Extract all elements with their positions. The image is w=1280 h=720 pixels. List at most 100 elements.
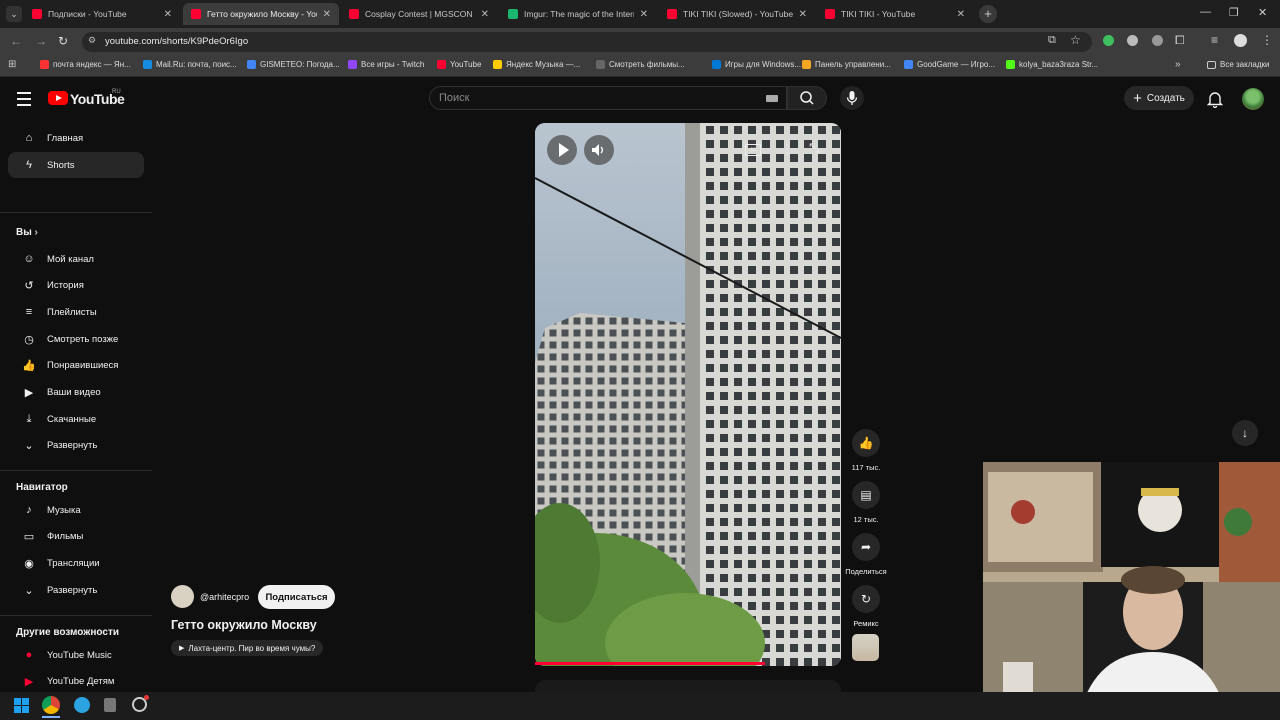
sidebar-item[interactable]: ◷ Смотреть позже xyxy=(8,326,144,352)
captions-icon[interactable]: cc xyxy=(745,144,761,156)
sidebar-item[interactable]: ◉ Трансляции xyxy=(8,550,144,576)
sidebar-item[interactable]: ▭ Фильмы xyxy=(8,524,144,550)
bookmark-item[interactable]: Все игры - Twitch xyxy=(348,60,424,69)
close-window-icon[interactable]: ✕ xyxy=(1258,6,1267,19)
sidebar-item[interactable]: ⌄ Развернуть xyxy=(8,577,144,603)
extension-icon[interactable] xyxy=(1103,35,1114,46)
share-button[interactable]: ➦ xyxy=(852,533,880,561)
like-icon: 👍 xyxy=(22,360,36,373)
channel-avatar[interactable] xyxy=(171,585,194,608)
create-button[interactable]: + Создать xyxy=(1124,86,1194,110)
video-progress-bar[interactable] xyxy=(535,662,765,665)
bookmark-item[interactable]: Игры для Windows... xyxy=(712,60,801,69)
channel-name[interactable]: @arhitecpro xyxy=(200,592,249,602)
sound-thumbnail[interactable] xyxy=(852,634,879,661)
bookmark-label: kolya_baza3raza Str... xyxy=(1019,60,1099,69)
sidebar-item[interactable]: ● YouTube Music xyxy=(8,642,144,668)
install-app-icon[interactable]: ⧉ xyxy=(1048,34,1056,47)
browser-tab[interactable]: Гетто окружило Москву - YouTube ✕ xyxy=(183,3,339,25)
search-button[interactable] xyxy=(787,86,827,110)
bookmark-item[interactable]: почта яндекс — Ян... xyxy=(40,60,131,69)
sidebar-item[interactable]: ⌄ Развернуть xyxy=(8,433,144,459)
bookmark-item[interactable]: kolya_baza3raza Str... xyxy=(1006,60,1098,69)
windows-taskbar xyxy=(0,692,1280,720)
sidebar-item[interactable]: 👍 Понравившиеся xyxy=(8,353,144,379)
keyboard-icon[interactable] xyxy=(766,95,778,102)
bookmark-item[interactable]: Панель управлени... xyxy=(802,60,891,69)
sidebar-item[interactable]: ⤓ Скачанные xyxy=(8,406,144,432)
comments-button[interactable]: ▤ xyxy=(852,481,880,509)
voice-search-button[interactable] xyxy=(840,86,864,110)
browser-tab[interactable]: TIKI TIKI (Slowed) - YouTube ✕ xyxy=(659,3,815,25)
sidebar-item-label: Плейлисты xyxy=(47,306,97,318)
history-icon: ↺ xyxy=(24,280,34,293)
short-video-player[interactable] xyxy=(535,123,841,666)
sidebar-item[interactable]: ϟ Shorts xyxy=(8,152,144,178)
menu-icon[interactable] xyxy=(17,92,31,110)
fullscreen-icon[interactable]: ⤡ xyxy=(809,140,819,156)
reload-icon[interactable]: ↻ xyxy=(58,34,68,48)
tab-search-button[interactable]: ⌄ xyxy=(6,6,22,22)
telegram-taskbar-icon[interactable] xyxy=(74,697,90,713)
bookmark-item[interactable]: Mail.Ru: почта, поис... xyxy=(143,60,237,69)
sidebar-item[interactable]: ▶ Ваши видео xyxy=(8,380,144,406)
browser-tab[interactable]: Cosplay Contest | MGSCON 2024 ✕ xyxy=(341,3,497,25)
app-taskbar-icon[interactable] xyxy=(104,698,116,712)
close-tab-icon[interactable]: ✕ xyxy=(957,9,965,20)
restore-icon[interactable]: ❐ xyxy=(1229,6,1239,19)
close-tab-icon[interactable]: ✕ xyxy=(799,9,807,20)
browser-menu-icon[interactable]: ⋮ xyxy=(1261,33,1273,47)
search-icon xyxy=(800,91,814,105)
bookmark-item[interactable]: YouTube xyxy=(437,60,481,69)
more-options-icon[interactable]: ⋮ xyxy=(781,141,794,157)
close-tab-icon[interactable]: ✕ xyxy=(640,9,648,20)
close-tab-icon[interactable]: ✕ xyxy=(164,9,172,20)
profile-icon[interactable] xyxy=(1234,34,1247,47)
close-tab-icon[interactable]: ✕ xyxy=(481,9,489,20)
sidebar-item[interactable]: ⌂ Главная xyxy=(8,125,144,151)
browser-tab[interactable]: Imgur: The magic of the Internet ✕ xyxy=(500,3,656,25)
remix-button[interactable]: ↻ xyxy=(852,585,880,613)
bookmark-item[interactable]: GISMETEO: Погода... xyxy=(247,60,340,69)
forward-icon[interactable]: → xyxy=(35,34,47,48)
extensions-puzzle-icon[interactable]: ⧠ xyxy=(1175,33,1185,48)
minimize-icon[interactable]: — xyxy=(1200,6,1211,18)
sidebar-section-heading[interactable]: Вы › xyxy=(16,227,38,238)
browser-tab[interactable]: Подписки - YouTube ✕ xyxy=(24,3,180,25)
youtube-logo-icon[interactable] xyxy=(48,91,68,105)
extension-icon[interactable] xyxy=(1127,35,1138,46)
bookmark-star-icon[interactable]: ☆ xyxy=(1070,33,1081,47)
new-tab-button[interactable]: + xyxy=(979,5,997,23)
url-text[interactable]: youtube.com/shorts/K9PdeOr6Igo xyxy=(105,36,248,47)
search-input[interactable] xyxy=(429,86,787,110)
close-tab-icon[interactable]: ✕ xyxy=(323,9,331,20)
sidebar-item[interactable]: ▶ YouTube Детям xyxy=(8,669,144,695)
bookmark-item[interactable]: Яндекс Музыка —... xyxy=(493,60,580,69)
account-avatar[interactable] xyxy=(1242,88,1264,110)
play-button[interactable] xyxy=(547,135,577,165)
start-button[interactable] xyxy=(14,698,29,713)
bookmark-item[interactable]: Смотреть фильмы... xyxy=(596,60,685,69)
bookmark-item[interactable]: GoodGame — Игро... xyxy=(904,60,995,69)
subscribe-button[interactable]: Подписаться xyxy=(258,585,335,609)
back-icon[interactable]: ← xyxy=(10,34,22,48)
like-button[interactable]: 👍 xyxy=(852,429,880,457)
notifications-button[interactable] xyxy=(1206,90,1224,113)
all-bookmarks-folder[interactable]: Все закладки xyxy=(1207,60,1269,69)
extension-icon[interactable] xyxy=(1152,35,1163,46)
next-short-button[interactable]: ↓ xyxy=(1232,420,1258,446)
share-icon: ➦ xyxy=(860,540,872,554)
chrome-taskbar-icon[interactable] xyxy=(42,696,60,714)
sidebar-item[interactable]: ♪ Музыка xyxy=(8,497,144,523)
sound-chip[interactable]: ▶ Лахта-центр. Пир во время чумы? xyxy=(171,640,324,656)
bookmark-favicon-icon xyxy=(437,60,446,69)
site-info-icon[interactable]: ⚙ xyxy=(88,35,96,46)
sidebar-item[interactable]: ☺ Мой канал xyxy=(8,246,144,272)
apps-grid-icon[interactable]: ⊞ xyxy=(8,59,16,70)
media-control-icon[interactable]: ≡ xyxy=(1211,33,1218,47)
browser-tab[interactable]: TIKI TIKI - YouTube ✕ xyxy=(817,3,973,25)
volume-button[interactable] xyxy=(584,135,614,165)
sidebar-item[interactable]: ↺ История xyxy=(8,273,144,299)
more-bookmarks-icon[interactable]: » xyxy=(1175,59,1181,70)
sidebar-item[interactable]: ≡ Плейлисты xyxy=(8,299,144,325)
